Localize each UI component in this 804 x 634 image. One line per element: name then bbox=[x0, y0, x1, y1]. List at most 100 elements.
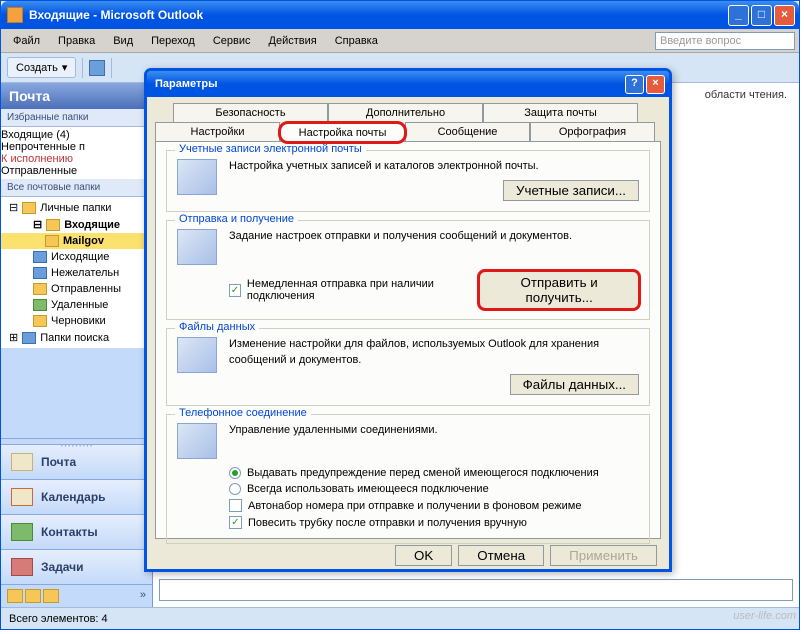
tree-inbox[interactable]: ⊟Входящие bbox=[1, 216, 152, 233]
tree-sent[interactable]: Отправленны bbox=[1, 281, 152, 297]
sidebar-all-header: Все почтовые папки bbox=[1, 179, 152, 197]
mail-icon bbox=[11, 453, 33, 471]
toolbar-separator bbox=[82, 58, 83, 78]
help-search-placeholder: Введите вопрос bbox=[660, 35, 741, 47]
radio-warn-change[interactable] bbox=[229, 467, 241, 479]
tab-spelling[interactable]: Орфография bbox=[530, 122, 655, 141]
print-icon[interactable] bbox=[89, 60, 105, 76]
menu-actions[interactable]: Действия bbox=[261, 33, 325, 49]
notes-icon[interactable] bbox=[7, 589, 23, 603]
fav-sent[interactable]: Отправленные bbox=[1, 165, 152, 177]
send-receive-button[interactable]: Отправить и получить... bbox=[479, 271, 639, 309]
create-label: Создать bbox=[16, 62, 58, 74]
create-button[interactable]: Создать ▾ bbox=[7, 57, 76, 78]
dialog-close-button[interactable]: × bbox=[646, 75, 665, 94]
ok-button[interactable]: OK bbox=[395, 545, 452, 566]
folder-icon bbox=[33, 315, 47, 327]
folder-icon bbox=[45, 235, 59, 247]
menu-service[interactable]: Сервис bbox=[205, 33, 259, 49]
group-data-files: Файлы данных Изменение настройки для фай… bbox=[166, 328, 650, 406]
tab-preferences[interactable]: Настройки bbox=[155, 122, 280, 141]
fav-inbox[interactable]: Входящие (4) bbox=[1, 129, 152, 141]
checkbox-immediate-send-label: Немедленная отправка при наличии подключ… bbox=[247, 278, 479, 302]
checkbox-autodial[interactable] bbox=[229, 499, 242, 512]
dialog-help-button[interactable]: ? bbox=[625, 75, 644, 94]
menubar: Файл Правка Вид Переход Сервис Действия … bbox=[1, 29, 799, 53]
expand-icon[interactable]: ⊟ bbox=[9, 201, 18, 214]
reading-pane-hint: области чтения. bbox=[705, 89, 787, 101]
datafiles-desc: Изменение настройки для файлов, использу… bbox=[229, 337, 639, 368]
watermark: user-life.com bbox=[733, 610, 796, 622]
fav-unread[interactable]: Непрочтенные п bbox=[1, 141, 152, 153]
menu-goto[interactable]: Переход bbox=[143, 33, 203, 49]
apply-button[interactable]: Применить bbox=[550, 545, 657, 566]
tab-advanced[interactable]: Дополнительно bbox=[328, 103, 483, 122]
bottom-input[interactable] bbox=[159, 579, 793, 601]
tree-deleted[interactable]: Удаленные bbox=[1, 297, 152, 313]
sidebar-nav: ⋯⋯⋯ Почта Календарь Контакты Задачи » bbox=[1, 438, 152, 607]
tree-mailgov[interactable]: Mailgov bbox=[1, 233, 152, 249]
expand-icon[interactable]: ⊞ bbox=[9, 331, 18, 344]
folders-icon[interactable] bbox=[25, 589, 41, 603]
menu-edit[interactable]: Правка bbox=[50, 33, 103, 49]
tree-root[interactable]: ⊟Личные папки bbox=[1, 199, 152, 216]
titlebar: Входящие - Microsoft Outlook _ □ × bbox=[1, 1, 799, 29]
tree-junk[interactable]: Нежелательн bbox=[1, 265, 152, 281]
radio-warn-change-label: Выдавать предупреждение перед сменой име… bbox=[247, 467, 599, 479]
tab-mail-protection[interactable]: Защита почты bbox=[483, 103, 638, 122]
sidebar-favorites-header: Избранные папки bbox=[1, 109, 152, 127]
nav-chevron-icon[interactable]: » bbox=[140, 589, 146, 603]
menu-help[interactable]: Справка bbox=[327, 33, 386, 49]
data-files-button[interactable]: Файлы данных... bbox=[510, 374, 639, 395]
tree-outbox[interactable]: Исходящие bbox=[1, 249, 152, 265]
close-button[interactable]: × bbox=[774, 5, 795, 26]
checkbox-autodial-label: Автонабор номера при отправке и получени… bbox=[248, 500, 582, 512]
datafiles-icon bbox=[177, 337, 217, 373]
nav-contacts[interactable]: Контакты bbox=[1, 514, 152, 549]
checkbox-hangup-label: Повесить трубку после отправки и получен… bbox=[248, 517, 527, 529]
sendrecv-desc: Задание настроек отправки и получения со… bbox=[229, 229, 639, 244]
cancel-button[interactable]: Отмена bbox=[458, 545, 544, 566]
nav-small-icons: » bbox=[1, 584, 152, 607]
sidebar: Почта Избранные папки Входящие (4) Непро… bbox=[1, 83, 153, 607]
dialup-icon bbox=[177, 423, 217, 459]
folder-icon bbox=[33, 283, 47, 295]
help-search-input[interactable]: Введите вопрос bbox=[655, 32, 795, 50]
accounts-button[interactable]: Учетные записи... bbox=[503, 180, 639, 201]
menu-view[interactable]: Вид bbox=[105, 33, 141, 49]
tree-search-folders[interactable]: ⊞Папки поиска bbox=[1, 329, 152, 346]
tree-drafts[interactable]: Черновики bbox=[1, 313, 152, 329]
toolbar-separator bbox=[111, 58, 112, 78]
folder-icon bbox=[22, 202, 36, 214]
minimize-button[interactable]: _ bbox=[728, 5, 749, 26]
calendar-icon bbox=[11, 488, 33, 506]
checkbox-immediate-send[interactable]: ✓ bbox=[229, 284, 241, 297]
folder-icon bbox=[46, 219, 60, 231]
tab-security[interactable]: Безопасность bbox=[173, 103, 328, 122]
app-icon bbox=[7, 7, 23, 23]
trash-icon bbox=[33, 299, 47, 311]
maximize-button[interactable]: □ bbox=[751, 5, 772, 26]
checkbox-hangup[interactable]: ✓ bbox=[229, 516, 242, 529]
sidebar-header: Почта bbox=[1, 83, 152, 109]
radio-always-use-label: Всегда использовать имеющееся подключени… bbox=[247, 483, 489, 495]
fav-followup[interactable]: К исполнению bbox=[1, 153, 152, 165]
accounts-icon bbox=[177, 159, 217, 195]
sendrecv-icon bbox=[177, 229, 217, 265]
tab-message[interactable]: Сообщение bbox=[405, 122, 530, 141]
shortcuts-icon[interactable] bbox=[43, 589, 59, 603]
folder-icon bbox=[33, 251, 47, 263]
group-accounts: Учетные записи электронной почты Настрой… bbox=[166, 150, 650, 212]
expand-icon[interactable]: ⊟ bbox=[33, 218, 42, 231]
group-dialup: Телефонное соединение Управление удаленн… bbox=[166, 414, 650, 544]
tab-mail-setup[interactable]: Настройка почты bbox=[280, 123, 405, 142]
group-send-receive: Отправка и получение Задание настроек от… bbox=[166, 220, 650, 320]
statusbar: Всего элементов: 4 bbox=[1, 607, 799, 629]
radio-always-use[interactable] bbox=[229, 483, 241, 495]
nav-tasks[interactable]: Задачи bbox=[1, 549, 152, 584]
nav-calendar[interactable]: Календарь bbox=[1, 479, 152, 514]
menu-file[interactable]: Файл bbox=[5, 33, 48, 49]
status-item-count: Всего элементов: 4 bbox=[9, 613, 108, 625]
accounts-desc: Настройка учетных записей и каталогов эл… bbox=[229, 159, 639, 174]
dialup-desc: Управление удаленными соединениями. bbox=[229, 423, 639, 438]
